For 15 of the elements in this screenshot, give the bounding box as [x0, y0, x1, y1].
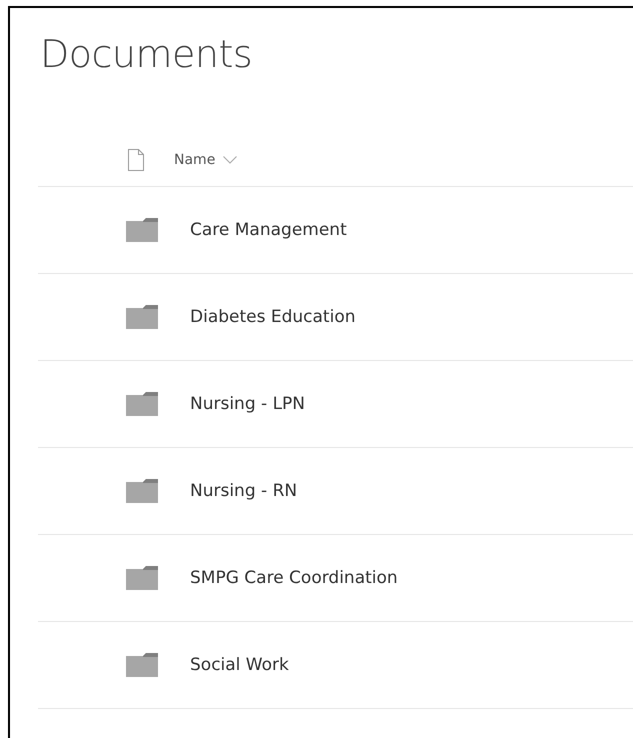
folder-icon [126, 479, 158, 503]
folder-name[interactable]: Nursing - LPN [190, 394, 306, 414]
folder-name[interactable]: Diabetes Education [190, 307, 356, 327]
folder-icon [126, 392, 158, 416]
folder-name[interactable]: SMPG Care Coordination [190, 568, 398, 588]
folder-icon [126, 218, 158, 242]
page-title: Documents [40, 31, 254, 78]
column-header[interactable]: Name [174, 152, 238, 168]
folder-icon [126, 566, 158, 590]
folder-name[interactable]: Care Management [190, 220, 347, 240]
folder-icon [126, 653, 158, 677]
folder-name[interactable]: Social Work [190, 655, 289, 675]
folder-name[interactable]: Nursing - RN [190, 481, 298, 501]
folder-icon [126, 305, 158, 329]
file-icon [128, 149, 144, 171]
